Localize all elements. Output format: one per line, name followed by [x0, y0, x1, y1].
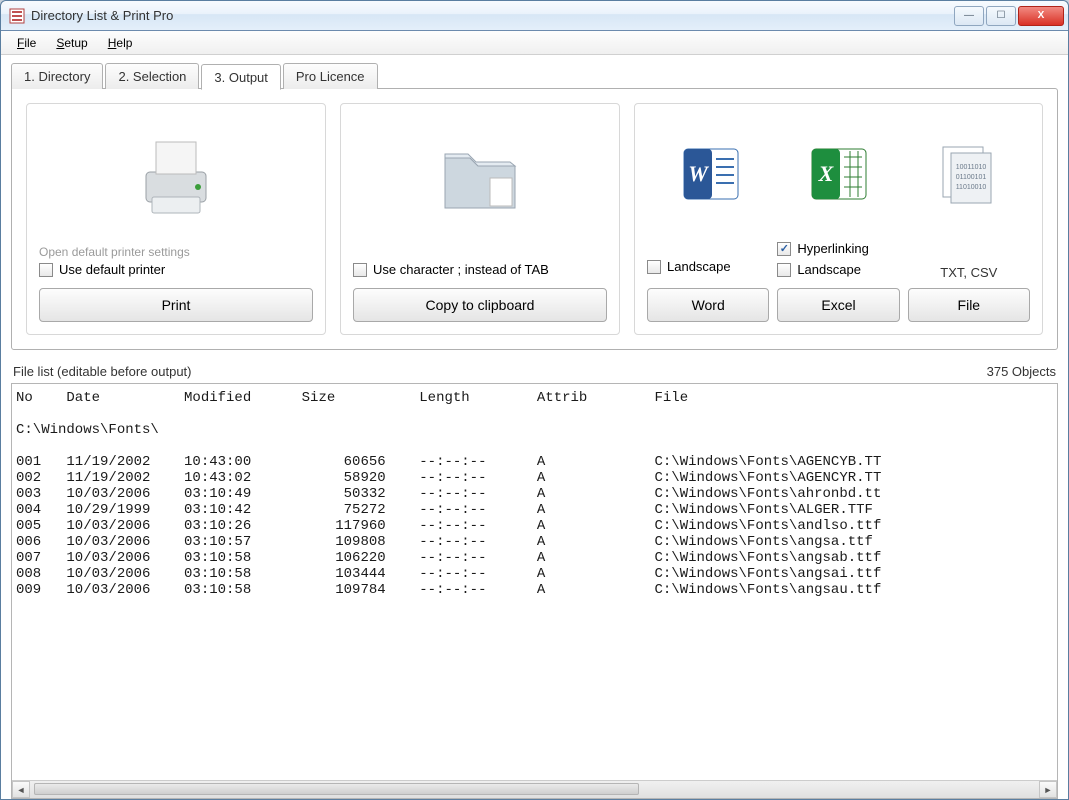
use-default-printer-label: Use default printer [59, 262, 165, 277]
tab-directory[interactable]: 1. Directory [11, 63, 103, 89]
svg-text:X: X [817, 161, 834, 186]
excel-button[interactable]: Excel [777, 288, 899, 322]
titlebar: Directory List & Print Pro — ☐ X [1, 1, 1068, 31]
use-default-printer-checkbox[interactable] [39, 263, 53, 277]
open-printer-settings-link[interactable]: Open default printer settings [39, 245, 313, 259]
svg-text:W: W [688, 161, 709, 186]
excel-landscape-row[interactable]: Landscape [777, 262, 861, 277]
use-semicolon-label: Use character ; instead of TAB [373, 262, 549, 277]
word-button[interactable]: Word [647, 288, 769, 322]
excel-hyperlinking-label: Hyperlinking [797, 241, 869, 256]
excel-icon: X [775, 139, 903, 209]
use-semicolon-checkbox[interactable] [353, 263, 367, 277]
export-panel: W X [634, 103, 1043, 335]
filelist-count: 375 Objects [987, 364, 1056, 379]
menu-help[interactable]: Help [98, 34, 143, 52]
horizontal-scrollbar[interactable]: ◄ ► [12, 780, 1057, 798]
window-title: Directory List & Print Pro [31, 8, 954, 23]
tab-selection[interactable]: 2. Selection [105, 63, 199, 89]
minimize-button[interactable]: — [954, 6, 984, 26]
word-landscape-label: Landscape [667, 259, 731, 274]
filelist-text[interactable]: No Date Modified Size Length Attrib File… [12, 384, 1057, 780]
excel-landscape-checkbox[interactable] [777, 263, 791, 277]
app-icon [9, 8, 25, 24]
file-icon: 10011010 01100101 11010010 [902, 139, 1030, 209]
menu-setup[interactable]: Setup [46, 34, 97, 52]
app-window: Directory List & Print Pro — ☐ X File Se… [0, 0, 1069, 800]
tab-licence[interactable]: Pro Licence [283, 63, 378, 89]
scroll-thumb[interactable] [34, 783, 639, 795]
use-semicolon-row[interactable]: Use character ; instead of TAB [353, 262, 607, 277]
print-panel: Open default printer settings Use defaul… [26, 103, 326, 335]
excel-landscape-label: Landscape [797, 262, 861, 277]
menubar: File Setup Help [1, 31, 1068, 55]
word-landscape-row[interactable]: Landscape [647, 259, 731, 274]
word-icon: W [647, 139, 775, 209]
close-button[interactable]: X [1018, 6, 1064, 26]
tab-output[interactable]: 3. Output [201, 64, 280, 90]
folder-icon [353, 114, 607, 241]
excel-hyperlinking-checkbox[interactable] [777, 242, 791, 256]
printer-icon [39, 114, 313, 239]
maximize-button[interactable]: ☐ [986, 6, 1016, 26]
menu-file[interactable]: File [7, 34, 46, 52]
filelist-header: File list (editable before output) 375 O… [11, 364, 1058, 379]
tab-output-body: Open default printer settings Use defaul… [11, 88, 1058, 350]
scroll-right-button[interactable]: ► [1039, 781, 1057, 798]
export-icons: W X [647, 114, 1030, 234]
word-landscape-checkbox[interactable] [647, 260, 661, 274]
filelist-box: No Date Modified Size Length Attrib File… [11, 383, 1058, 799]
scroll-track[interactable] [30, 781, 1039, 798]
svg-text:01100101: 01100101 [956, 174, 987, 181]
scroll-left-button[interactable]: ◄ [12, 781, 30, 798]
filelist-label: File list (editable before output) [13, 364, 191, 379]
excel-hyperlinking-row[interactable]: Hyperlinking [777, 241, 869, 256]
file-button[interactable]: File [908, 288, 1030, 322]
window-controls: — ☐ X [954, 6, 1064, 26]
svg-text:11010010: 11010010 [956, 184, 987, 191]
file-formats-label: TXT, CSV [940, 265, 997, 280]
copy-clipboard-button[interactable]: Copy to clipboard [353, 288, 607, 322]
use-default-printer-row[interactable]: Use default printer [39, 262, 313, 277]
export-options: Landscape Hyperlinking Landscape [647, 238, 1030, 280]
export-buttons: Word Excel File [647, 288, 1030, 322]
print-button[interactable]: Print [39, 288, 313, 322]
svg-text:10011010: 10011010 [956, 164, 987, 171]
tab-strip: 1. Directory 2. Selection 3. Output Pro … [11, 63, 1058, 89]
content-area: 1. Directory 2. Selection 3. Output Pro … [1, 55, 1068, 799]
clipboard-panel: Use character ; instead of TAB Copy to c… [340, 103, 620, 335]
